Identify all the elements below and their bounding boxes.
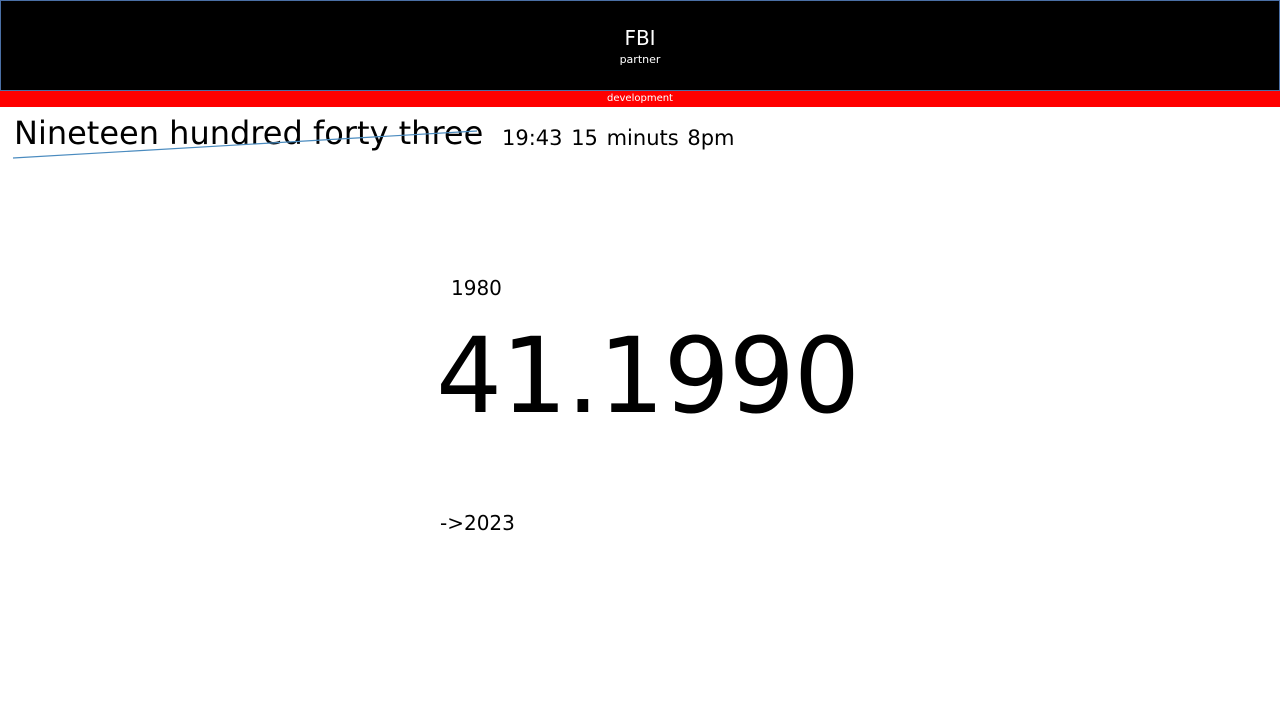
- arrow-year-label: ->2023: [440, 511, 515, 535]
- year-label: 1980: [451, 276, 502, 300]
- big-number: 41.1990: [436, 315, 860, 437]
- header-title: FBI: [624, 26, 656, 50]
- time-line: 19:43 15 minuts 8pm: [502, 126, 735, 150]
- slide: FBI partner development Nineteen hundred…: [0, 0, 1280, 720]
- words-line: Nineteen hundred forty three: [14, 114, 484, 152]
- header-subtitle: partner: [619, 53, 661, 66]
- development-label: development: [607, 93, 673, 104]
